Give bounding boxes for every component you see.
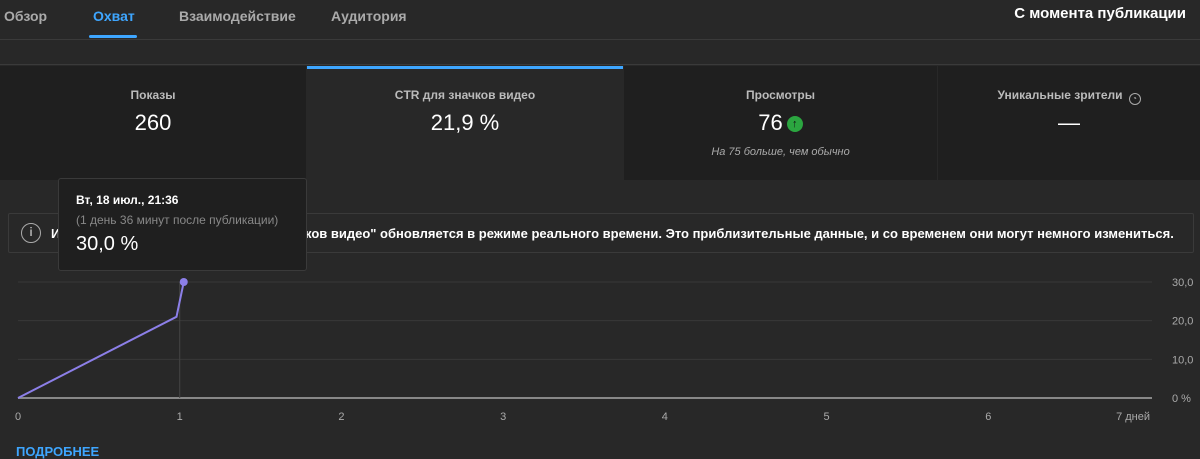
chart-tooltip: Вт, 18 июл., 21:36 (1 день 36 минут посл… — [58, 178, 307, 271]
x-tick-label: 5 — [824, 411, 830, 423]
series-line — [17, 281, 185, 399]
y-tick-label: 0 % — [1172, 393, 1191, 405]
x-tick-label: 3 — [500, 411, 506, 423]
highlight-point — [179, 278, 188, 286]
x-tick-label: 2 — [338, 411, 344, 423]
tooltip-value: 30,0 % — [76, 233, 139, 255]
x-tick-label: 0 — [15, 411, 21, 423]
y-tick-label: 20,0 — [1172, 316, 1193, 328]
tooltip-subtitle: (1 день 36 минут после публикации) — [76, 213, 279, 227]
x-tick-label: 4 — [662, 411, 668, 423]
y-tick-label: 10,0 — [1172, 354, 1193, 366]
tooltip-date: Вт, 18 июл., 21:36 — [76, 193, 179, 207]
x-tick-label: 7 дней — [1116, 411, 1150, 423]
x-tick-label: 1 — [177, 411, 183, 423]
more-link[interactable]: ПОДРОБНЕЕ — [16, 444, 99, 459]
y-tick-label: 30,0 — [1172, 277, 1193, 289]
x-tick-label: 6 — [985, 411, 991, 423]
